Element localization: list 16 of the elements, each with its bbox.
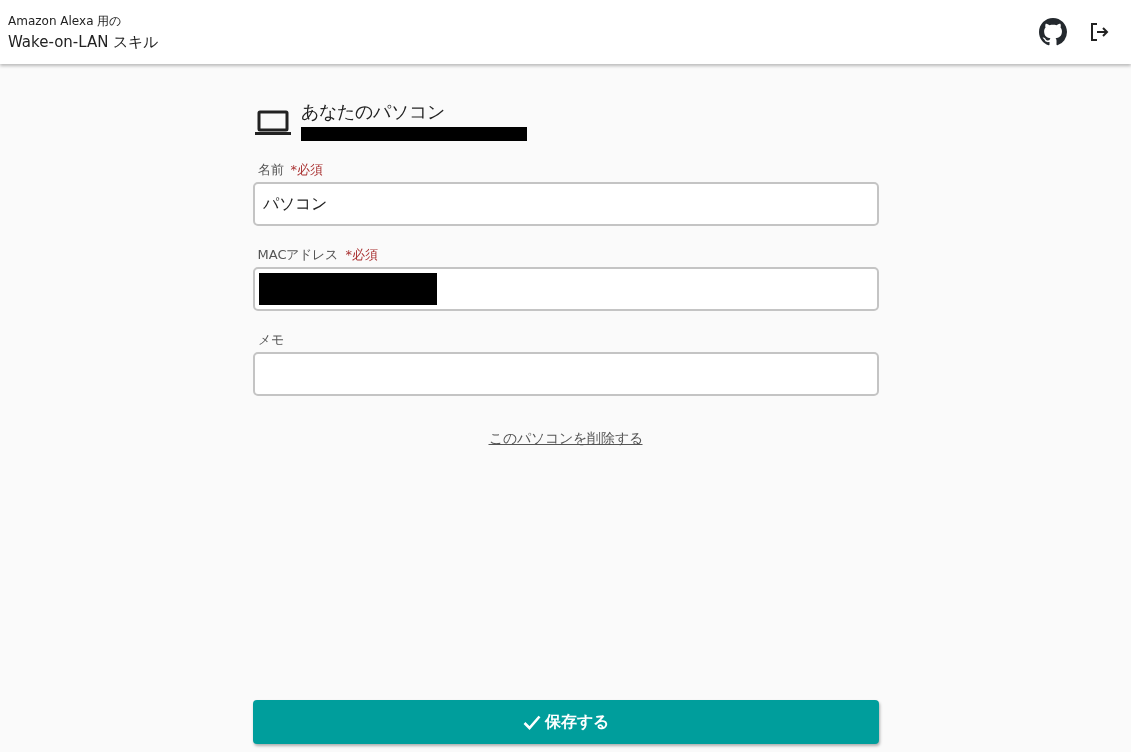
field-label: MACアドレス [257, 246, 339, 264]
field-value: パソコン [262, 193, 327, 215]
required-mark: *必須 [290, 161, 323, 179]
app-title: Wake-on-LAN スキル [8, 32, 159, 52]
laptop-icon [254, 110, 291, 136]
input-field[interactable] [252, 352, 879, 396]
input-field[interactable]: パソコン [252, 182, 879, 226]
field-label: メモ [257, 331, 284, 349]
input-field[interactable] [252, 267, 879, 311]
device-title: あなたのパソコン [300, 100, 446, 124]
delete-link[interactable]: このパソコンを削除する [488, 430, 643, 446]
check-icon [522, 714, 541, 730]
required-mark: *必須 [345, 246, 378, 264]
app-subtitle: Amazon Alexa 用の [8, 12, 123, 30]
field-label: 名前 [257, 161, 284, 179]
cat-logo-icon[interactable] [1039, 18, 1067, 46]
